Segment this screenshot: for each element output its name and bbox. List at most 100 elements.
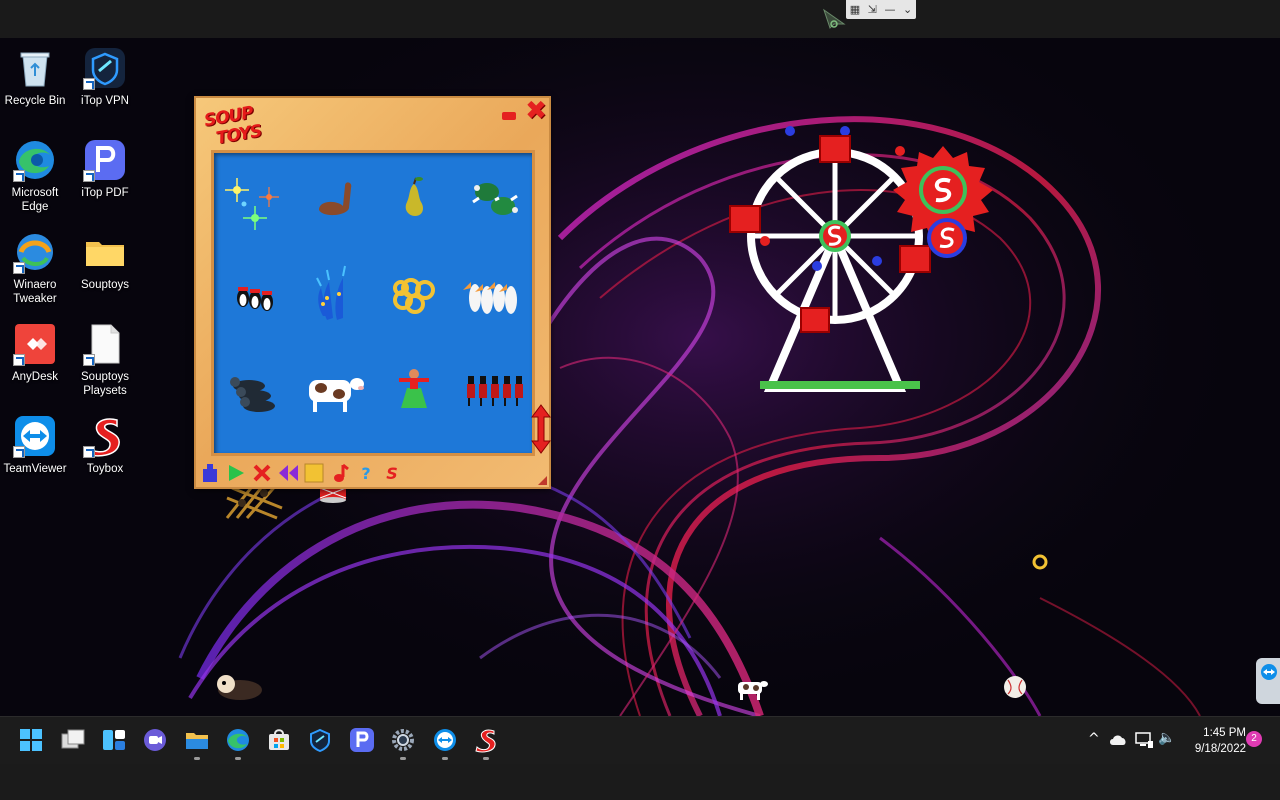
teamviewer-taskbar-button[interactable]	[432, 727, 458, 760]
folder-icon	[86, 242, 124, 266]
minimize-button[interactable]	[502, 112, 516, 120]
desktop-icon-label: iTop VPN	[81, 95, 129, 107]
desktop-icon-teamviewer[interactable]: TeamViewer	[0, 414, 70, 476]
restore-icon[interactable]: ⇲	[868, 4, 877, 15]
start-button[interactable]	[18, 727, 44, 753]
desktop-icon-label: Winaero Tweaker	[13, 279, 57, 305]
drop-tool-button[interactable]	[199, 462, 221, 484]
itop-pdf-icon	[350, 728, 374, 752]
desktop: Recycle Bin iTop VPN Microsoft Edge iTop…	[0, 38, 1280, 716]
desktop-icon-edge[interactable]: Microsoft Edge	[0, 138, 70, 214]
widgets-icon	[103, 730, 125, 750]
grid-icon[interactable]: ▦	[850, 4, 860, 15]
desktop-icon-souptoys-folder[interactable]: Souptoys	[70, 230, 140, 292]
music-button[interactable]	[329, 462, 351, 484]
desktop-icon-recycle-bin[interactable]: Recycle Bin	[0, 46, 70, 108]
widgets-button[interactable]	[101, 727, 127, 753]
clock-date: 9/18/2022	[1194, 743, 1246, 755]
desktop-icon-souptoys-playsets[interactable]: Souptoys Playsets	[70, 322, 140, 398]
desktop-icon-toybox[interactable]: Toybox	[70, 414, 140, 476]
network-icon[interactable]	[1134, 731, 1154, 749]
notification-badge[interactable]: 2	[1246, 731, 1262, 747]
minimize-icon[interactable]: —	[884, 4, 895, 15]
desktop-icon-label: iTop PDF	[81, 187, 129, 199]
settings-button[interactable]	[390, 727, 416, 760]
scroll-arrows-icon[interactable]	[530, 403, 552, 455]
onedrive-icon[interactable]	[1108, 733, 1128, 747]
desktop-icon-itop-vpn[interactable]: iTop VPN	[70, 46, 140, 108]
teamviewer-side-panel[interactable]	[1256, 658, 1280, 704]
clock-time: 1:45 PM	[1203, 727, 1246, 739]
seals-icon	[230, 377, 275, 412]
toy-grid	[211, 150, 535, 456]
edge-taskbar-button[interactable]	[225, 727, 251, 760]
remote-control-bar: ▦ ⇲ — ⌄	[846, 0, 916, 19]
store-button[interactable]	[266, 727, 292, 753]
resize-grip[interactable]	[538, 476, 547, 485]
toy-pelicans[interactable]	[454, 249, 534, 337]
desktop-icon-label: AnyDesk	[11, 371, 59, 383]
toy-gold-rings[interactable]	[374, 249, 454, 337]
running-indicator	[442, 757, 448, 760]
desktop-icon-winaero[interactable]: Winaero Tweaker	[0, 230, 70, 306]
help-button[interactable]: ?	[355, 462, 377, 484]
running-indicator	[235, 757, 241, 760]
cancel-button[interactable]	[251, 462, 273, 484]
desktop-icon-label: Souptoys	[81, 279, 129, 291]
clock[interactable]: 1:45 PM 9/18/2022	[1182, 725, 1246, 757]
toy-duck-decoy[interactable]	[294, 153, 374, 241]
pelicans-icon	[463, 282, 517, 314]
souptoys-taskbar-button[interactable]	[473, 727, 499, 760]
task-view-icon	[61, 729, 85, 749]
windows-logo-icon	[20, 729, 42, 751]
screen: ▦ ⇲ — ⌄ Recycle Bin iTop VPN Microsoft E…	[0, 0, 1280, 800]
remote-session-bottom-strip	[0, 764, 1280, 800]
cow-icon	[309, 378, 364, 412]
cow-toy[interactable]	[732, 676, 768, 702]
sparkles-icon	[225, 178, 279, 230]
teams-chat-button[interactable]	[142, 727, 168, 753]
itop-pdf-taskbar-button[interactable]	[349, 727, 375, 753]
desktop-icon-label: TeamViewer	[3, 463, 67, 475]
desktop-icon-label: Microsoft Edge	[11, 187, 59, 213]
toy-soldiers[interactable]	[454, 345, 534, 433]
toy-penguins[interactable]	[214, 249, 294, 337]
seal-toy[interactable]	[212, 670, 264, 704]
desktop-icon-anydesk[interactable]: AnyDesk	[0, 322, 70, 384]
play-button[interactable]	[225, 462, 247, 484]
toy-sparkles[interactable]	[214, 153, 294, 241]
gold-ring-toy[interactable]	[1030, 552, 1050, 572]
desktop-icon-itop-pdf[interactable]: iTop PDF	[70, 138, 140, 200]
toy-pear[interactable]	[374, 153, 454, 241]
rewind-icon	[279, 465, 298, 481]
ferris-wheel-toy[interactable]	[725, 106, 1005, 396]
stop-button[interactable]	[303, 462, 325, 484]
toy-cow[interactable]	[294, 345, 374, 433]
gold-rings-icon	[393, 278, 435, 314]
toy-hula-dancer[interactable]	[374, 345, 454, 433]
toy-peacocks[interactable]	[294, 249, 374, 337]
soup-toys-window[interactable]: SOUP TOYS ✖ ? S	[194, 96, 551, 489]
folder-icon	[186, 733, 208, 749]
store-icon	[269, 729, 289, 750]
remote-pin-icon[interactable]	[822, 8, 846, 30]
baseball-toy[interactable]	[1002, 674, 1028, 700]
file-explorer-button[interactable]	[184, 727, 210, 760]
running-indicator	[194, 757, 200, 760]
show-hidden-icons-button[interactable]: ^	[1088, 731, 1100, 747]
toy-seals[interactable]	[214, 345, 294, 433]
toy-turtles[interactable]	[454, 153, 534, 241]
close-button[interactable]: ✖	[524, 98, 548, 124]
desktop-icon-label: Toybox	[86, 463, 124, 475]
teamviewer-icon	[434, 729, 456, 751]
itop-vpn-taskbar-button[interactable]	[307, 727, 333, 753]
running-indicator	[400, 757, 406, 760]
souptoys-s-icon	[475, 729, 496, 753]
play-icon	[229, 465, 244, 481]
chevron-down-icon[interactable]: ⌄	[903, 4, 912, 15]
task-view-button[interactable]	[60, 727, 86, 753]
teamviewer-icon	[1261, 664, 1277, 680]
rewind-button[interactable]	[277, 462, 299, 484]
souptoys-button[interactable]: S	[381, 462, 403, 484]
volume-icon[interactable]: 🔈	[1158, 730, 1175, 746]
